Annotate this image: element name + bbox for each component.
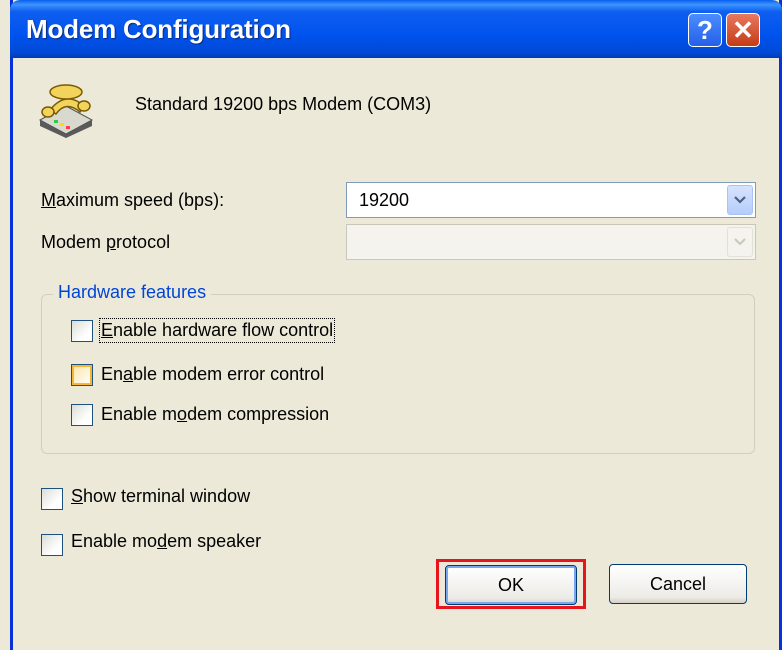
modem-speaker-label[interactable]: Enable modem speaker: [71, 531, 261, 552]
title-bar[interactable]: Modem Configuration ? ✕: [10, 0, 782, 58]
ok-button[interactable]: OK: [445, 565, 577, 605]
dialog-content: Standard 19200 bps Modem (COM3) Maximum …: [13, 58, 779, 650]
hardware-features-title: Hardware features: [53, 282, 212, 303]
modem-protocol-label: Modem protocol: [41, 232, 171, 252]
ok-button-highlight: OK: [436, 559, 586, 609]
max-speed-value: 19200: [359, 190, 410, 210]
compression-label[interactable]: Enable modem compression: [101, 404, 329, 425]
flow-control-checkbox[interactable]: [71, 320, 93, 342]
flow-control-label[interactable]: Enable hardware flow control: [98, 318, 336, 343]
terminal-window-checkbox[interactable]: [41, 488, 63, 510]
modem-configuration-dialog: Modem Configuration ? ✕ Standard 19200 b…: [10, 0, 782, 650]
error-control-label[interactable]: Enable modem error control: [101, 364, 324, 385]
max-speed-label: Maximum speed (bps):: [41, 190, 225, 210]
max-speed-dropdown[interactable]: 19200: [346, 182, 756, 218]
chevron-down-icon[interactable]: [727, 227, 753, 257]
close-button[interactable]: ✕: [726, 13, 760, 47]
window-title: Modem Configuration: [26, 14, 291, 44]
error-control-checkbox[interactable]: [71, 364, 93, 386]
modem-speaker-checkbox[interactable]: [41, 534, 63, 556]
modem-name: Standard 19200 bps Modem (COM3): [135, 94, 432, 114]
cancel-button[interactable]: Cancel: [609, 564, 747, 604]
chevron-down-icon[interactable]: [727, 185, 753, 215]
telephone-modem-icon: [38, 84, 94, 138]
modem-protocol-dropdown[interactable]: [346, 224, 756, 260]
help-button[interactable]: ?: [688, 13, 722, 47]
terminal-window-label[interactable]: Show terminal window: [71, 486, 250, 507]
compression-checkbox[interactable]: [71, 404, 93, 426]
